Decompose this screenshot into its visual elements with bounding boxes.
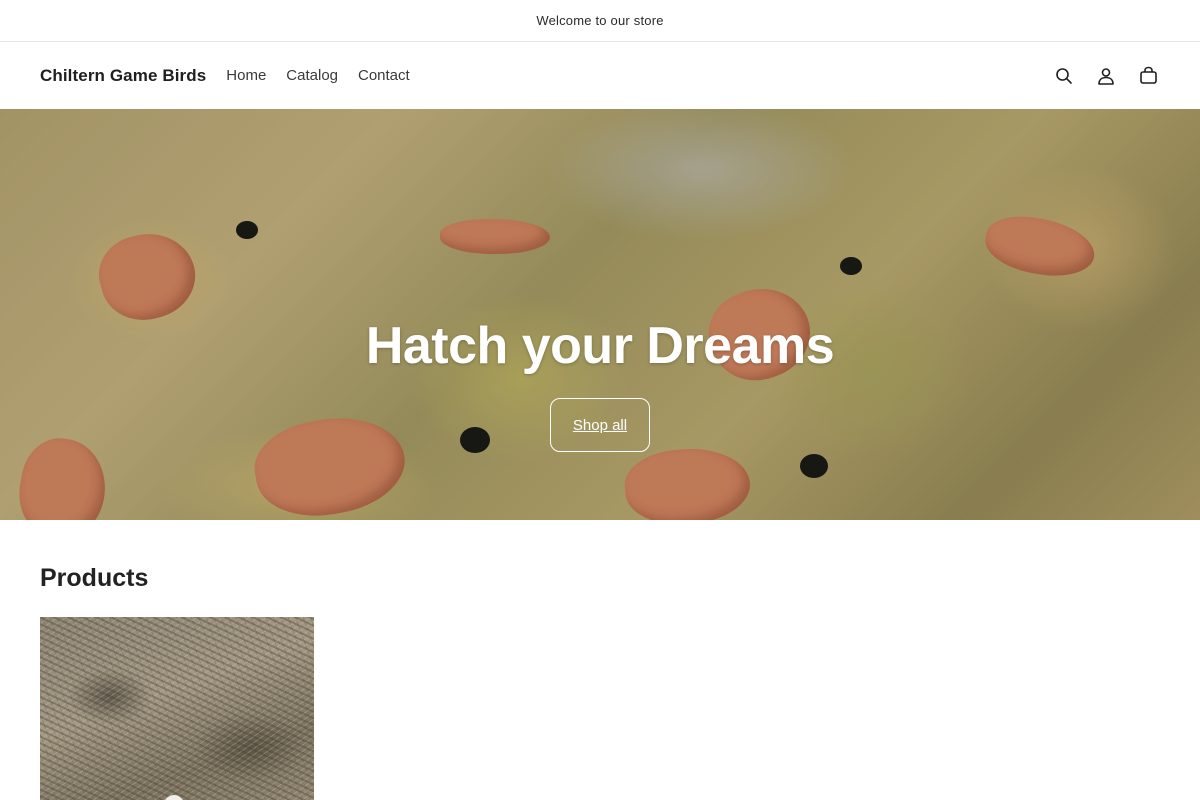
search-icon[interactable] — [1054, 66, 1074, 86]
account-icon[interactable] — [1096, 66, 1116, 86]
header-icons — [1054, 66, 1158, 86]
store-logo[interactable]: Chiltern Game Birds — [40, 66, 206, 86]
products-heading: Products — [40, 564, 149, 592]
site-header: Chiltern Game Birds Home Catalog Contact — [0, 42, 1200, 109]
hero-banner: Hatch your Dreams Shop all — [0, 109, 1200, 520]
shop-all-button[interactable]: Shop all — [550, 398, 650, 452]
hero-content: Hatch your Dreams Shop all — [0, 314, 1200, 452]
nav-contact[interactable]: Contact — [358, 67, 410, 84]
products-section: Products — [0, 520, 1200, 800]
nav-catalog[interactable]: Catalog — [286, 67, 338, 84]
product-card[interactable] — [40, 617, 314, 800]
main-nav: Home Catalog Contact — [226, 67, 409, 84]
hero-title: Hatch your Dreams — [365, 317, 835, 375]
cart-icon[interactable] — [1138, 66, 1158, 86]
product-image[interactable] — [40, 617, 314, 800]
announcement-bar: Welcome to our store — [0, 0, 1200, 42]
nav-home[interactable]: Home — [226, 67, 266, 84]
announcement-text: Welcome to our store — [536, 13, 664, 28]
